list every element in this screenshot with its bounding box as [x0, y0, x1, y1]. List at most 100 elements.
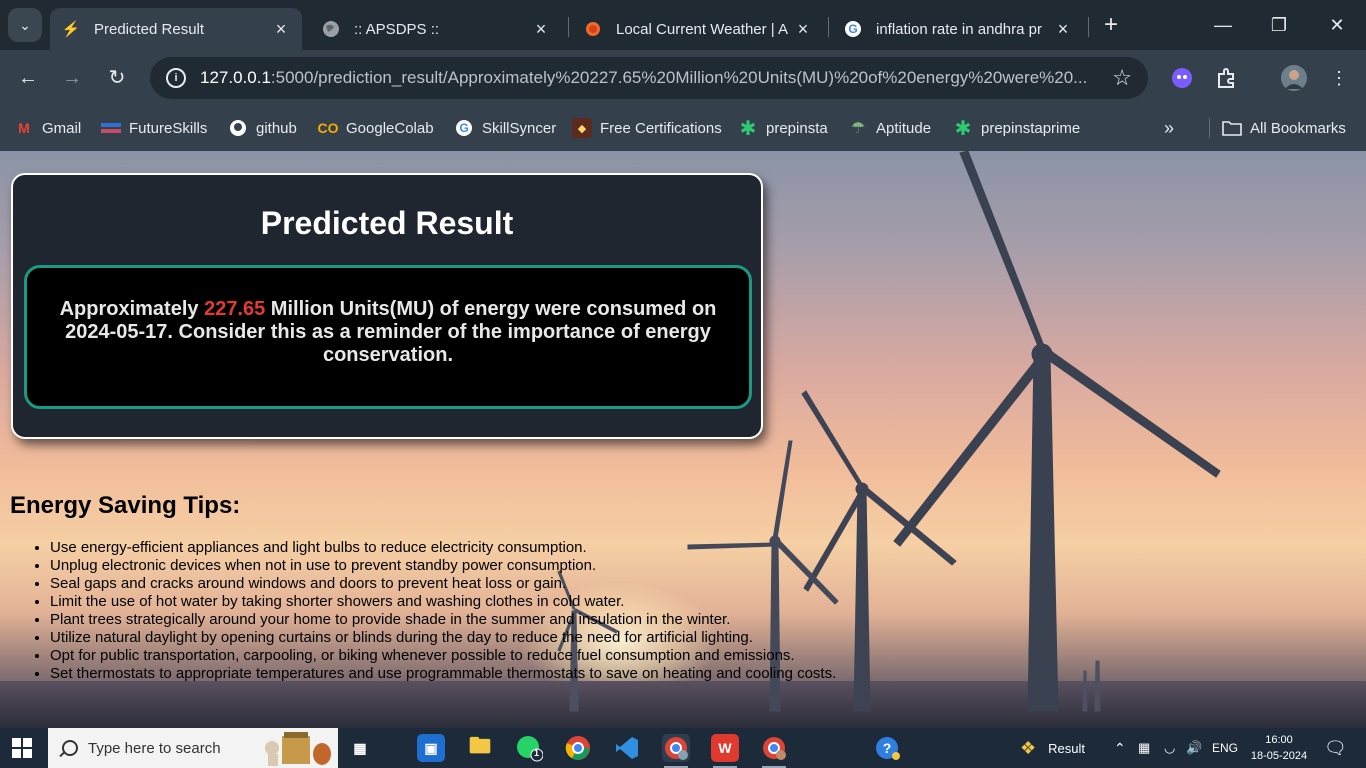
bookmark-github[interactable]: github: [228, 116, 297, 140]
avatar[interactable]: [1280, 64, 1308, 92]
windows-taskbar: Type here to search ▦ ▣ 🖿 1 W ? ❖ Result…: [0, 728, 1366, 768]
extension-assistant-icon[interactable]: [1168, 64, 1196, 92]
chevron-down-icon: ⌄: [19, 16, 31, 33]
all-bookmarks-button[interactable]: All Bookmarks: [1222, 116, 1346, 140]
list-item: Plant trees strategically around your ho…: [50, 611, 836, 629]
close-icon[interactable]: ×: [1054, 19, 1072, 40]
close-icon: ✕: [1329, 15, 1345, 35]
globe-icon: [322, 20, 340, 38]
bookmark-googlecolab[interactable]: CO GoogleColab: [318, 116, 434, 140]
taskbar-search-input[interactable]: Type here to search: [48, 728, 338, 768]
plus-icon: +: [1103, 11, 1118, 38]
restore-button[interactable]: ❐: [1264, 10, 1294, 40]
tab-title: :: APSDPS ::: [354, 20, 440, 38]
bookmark-aptitude[interactable]: ☂ Aptitude: [848, 116, 931, 140]
url-text[interactable]: 127.0.0.1:5000/prediction_result/Approxi…: [200, 68, 1102, 88]
chrome-profile2-icon[interactable]: [760, 734, 788, 768]
bookmark-prepinsta[interactable]: ✱ prepinsta: [738, 116, 828, 140]
chrome-icon[interactable]: [564, 734, 592, 762]
restore-icon: ❐: [1270, 15, 1288, 35]
search-placeholder: Type here to search: [88, 739, 221, 757]
tab-predicted-result[interactable]: ⚡ Predicted Result ×: [50, 8, 302, 50]
close-icon[interactable]: ×: [794, 19, 812, 40]
minimize-icon: —: [1214, 15, 1232, 35]
extensions-puzzle-icon[interactable]: [1213, 64, 1241, 92]
list-item: Set thermostats to appropriate temperatu…: [50, 665, 836, 683]
tab-apsdps[interactable]: :: APSDPS :: ×: [310, 8, 562, 50]
tab-strip: ⌄ ⚡ Predicted Result × :: APSDPS :: × Lo…: [0, 0, 1366, 50]
tab-search-button[interactable]: ⌄: [8, 8, 42, 42]
tab-inflation[interactable]: G inflation rate in andhra pr ×: [832, 8, 1084, 50]
bookmark-prepinstaprime[interactable]: ✱ prepinstaprime: [953, 116, 1081, 140]
close-icon[interactable]: ×: [272, 19, 290, 40]
prediction-text-before: Approximately: [59, 298, 205, 320]
predicted-value: 227.65: [204, 298, 266, 320]
list-item: Seal gaps and cracks around windows and …: [50, 575, 836, 593]
notifications-icon[interactable]: 🗨: [1324, 728, 1347, 768]
tab-separator: [1088, 17, 1089, 37]
file-explorer-icon[interactable]: 🖿: [466, 733, 494, 762]
search-highlight-illustration: [265, 732, 331, 766]
bookmark-futureskills[interactable]: FutureSkills: [101, 116, 207, 140]
svg-text:G: G: [848, 22, 857, 36]
minimize-button[interactable]: —: [1208, 10, 1238, 40]
url-host: 127.0.0.1: [200, 68, 271, 87]
clock-time: 16:00: [1265, 734, 1293, 746]
reload-button[interactable]: ↻: [101, 62, 133, 94]
tab-title: Local Current Weather | A: [616, 20, 789, 38]
page-title: Predicted Result: [260, 205, 514, 241]
weather-icon: ❖: [1020, 737, 1037, 758]
system-clock[interactable]: 16:00 18-05-2024: [1250, 732, 1308, 764]
bookmark-free-certifications[interactable]: ◆ Free Certifications: [572, 116, 722, 140]
weather-widget[interactable]: ❖ Result: [1020, 728, 1085, 768]
list-item: Limit the use of hot water by taking sho…: [50, 593, 836, 611]
whatsapp-icon[interactable]: 1: [515, 734, 543, 762]
new-tab-button[interactable]: +: [1098, 13, 1124, 39]
lightning-icon: ⚡: [61, 21, 81, 38]
tray-overflow-icon[interactable]: ⌃: [1114, 728, 1126, 768]
windows-logo-icon: [12, 738, 21, 747]
close-icon[interactable]: ×: [532, 19, 550, 40]
gmail-icon: M: [18, 120, 30, 136]
address-bar[interactable]: i 127.0.0.1:5000/prediction_result/Appro…: [150, 57, 1148, 99]
turbine-large: [893, 151, 1221, 712]
bookmarks-separator: [1209, 118, 1210, 138]
volume-icon[interactable]: 🔊: [1186, 728, 1202, 768]
list-item: Use energy-efficient appliances and ligh…: [50, 539, 836, 557]
list-item: Unplug electronic devices when not in us…: [50, 557, 836, 575]
google-icon: G: [844, 20, 862, 38]
prepinsta-icon: ✱: [954, 117, 972, 140]
colab-icon: CO: [317, 120, 339, 136]
tab-separator: [568, 17, 569, 37]
wifi-icon[interactable]: ◡: [1164, 728, 1175, 768]
battery-icon[interactable]: ▦: [1138, 728, 1150, 768]
menu-kebab-icon[interactable]: ⋮: [1325, 64, 1353, 92]
forward-button[interactable]: →: [56, 62, 88, 94]
reload-icon: ↻: [108, 67, 126, 89]
help-icon[interactable]: ?: [874, 734, 902, 762]
wps-office-icon[interactable]: W: [711, 734, 739, 768]
bookmarks-bar: M Gmail FutureSkills github CO GoogleCol…: [0, 106, 1366, 151]
search-icon: [62, 740, 78, 756]
bookmark-skillsyncer[interactable]: G SkillSyncer: [454, 116, 556, 140]
list-item: Utilize natural daylight by opening curt…: [50, 629, 836, 647]
language-indicator[interactable]: ENG: [1212, 728, 1238, 768]
whatsapp-badge: 1: [534, 748, 540, 758]
tips-heading: Energy Saving Tips:: [10, 492, 241, 519]
tips-list: Use energy-efficient appliances and ligh…: [50, 539, 836, 683]
microsoft-store-icon[interactable]: ▣: [417, 734, 445, 762]
folder-icon: [1222, 118, 1242, 138]
chrome-profile-icon[interactable]: [662, 734, 690, 768]
back-button[interactable]: ←: [12, 62, 44, 94]
task-view-icon[interactable]: ▦: [346, 734, 374, 762]
bookmark-star-icon[interactable]: ☆: [1112, 65, 1132, 91]
bookmarks-overflow-button[interactable]: »: [1164, 116, 1174, 140]
arrow-right-icon: →: [62, 67, 82, 89]
bookmark-gmail[interactable]: M Gmail: [14, 116, 81, 140]
vscode-icon[interactable]: [613, 734, 641, 762]
tab-weather[interactable]: Local Current Weather | A ×: [572, 8, 824, 50]
start-button[interactable]: [12, 738, 32, 758]
site-info-icon[interactable]: i: [166, 68, 186, 88]
close-window-button[interactable]: ✕: [1322, 10, 1352, 40]
aptitude-icon: ☂: [850, 120, 866, 137]
